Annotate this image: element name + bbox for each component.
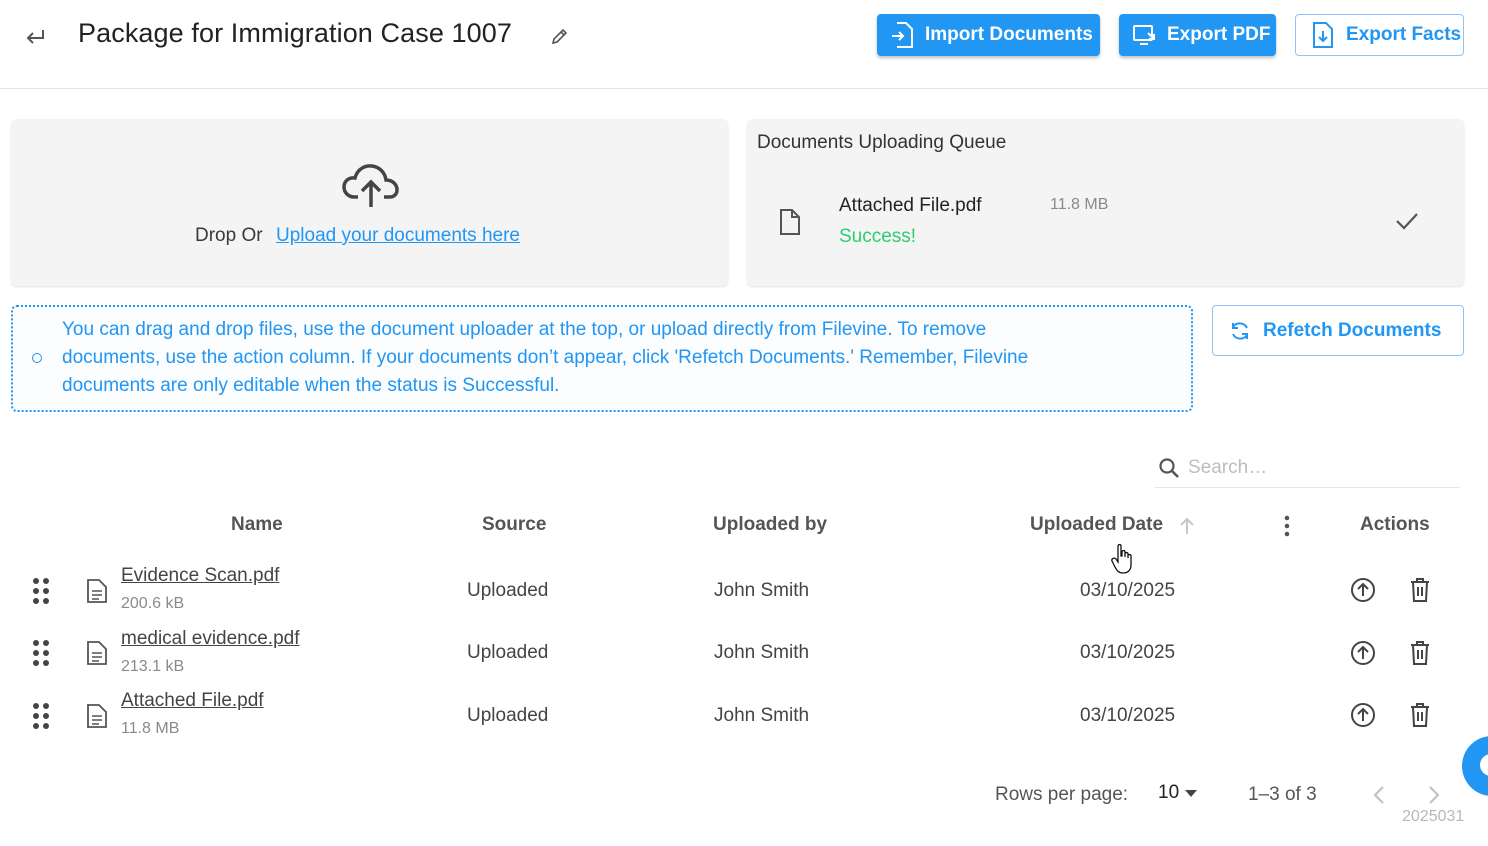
import-documents-label: Import Documents	[925, 24, 1093, 45]
refetch-documents-button[interactable]: Refetch Documents	[1212, 305, 1464, 356]
file-size: 11.8 MB	[121, 720, 180, 737]
export-pdf-label: Export PDF	[1167, 24, 1271, 45]
source-cell: Uploaded	[467, 642, 549, 663]
file-name-link[interactable]: Evidence Scan.pdf	[121, 565, 279, 587]
column-header-uploaded-by[interactable]: Uploaded by	[713, 514, 827, 536]
page-title: Package for Immigration Case 1007	[78, 18, 513, 48]
info-text-line-1: You can drag and drop files, use the doc…	[62, 319, 987, 340]
back-arrow-icon[interactable]	[20, 22, 50, 52]
table-row: Attached File.pdf 11.8 MB Uploaded John …	[0, 685, 1488, 747]
rows-per-page-select[interactable]: 10	[1158, 782, 1198, 804]
column-header-uploaded-date[interactable]: Uploaded Date	[1030, 514, 1163, 536]
info-text-line-3: documents are only editable when the sta…	[62, 375, 560, 396]
file-name-link[interactable]: medical evidence.pdf	[121, 628, 300, 650]
file-icon	[778, 208, 802, 236]
trash-icon[interactable]	[1406, 701, 1434, 729]
rows-per-page-value: 10	[1158, 782, 1180, 803]
drop-prompt: Drop Or	[195, 225, 263, 246]
queue-item-name: Attached File.pdf	[839, 195, 982, 216]
table-row: Evidence Scan.pdf 200.6 kB Uploaded John…	[0, 560, 1488, 622]
chevron-down-icon	[1185, 789, 1198, 797]
pencil-icon[interactable]	[548, 24, 572, 48]
queue-title: Documents Uploading Queue	[757, 132, 1007, 153]
export-facts-icon	[1310, 22, 1336, 48]
refresh-icon	[1229, 320, 1251, 342]
cloud-upload-icon	[342, 161, 400, 211]
file-size: 213.1 kB	[121, 658, 185, 675]
export-pdf-button[interactable]: Export PDF	[1119, 14, 1276, 56]
export-pdf-icon	[1131, 22, 1157, 48]
chevron-right-icon[interactable]	[1422, 782, 1446, 808]
drag-handle-icon[interactable]	[31, 639, 51, 667]
uploaded-by-cell: John Smith	[714, 705, 810, 726]
refetch-documents-label: Refetch Documents	[1263, 319, 1442, 341]
import-file-icon	[889, 22, 915, 48]
rows-per-page-label: Rows per page:	[995, 784, 1129, 805]
upload-circle-icon[interactable]	[1349, 701, 1377, 729]
header-bar: Package for Immigration Case 1007 Import…	[0, 0, 1488, 89]
document-icon	[86, 640, 108, 666]
chat-icon	[1480, 754, 1488, 776]
queue-item-size: 11.8 MB	[1050, 196, 1109, 213]
upload-link[interactable]: Upload your documents here	[276, 225, 520, 247]
table-row: medical evidence.pdf 213.1 kB Uploaded J…	[0, 623, 1488, 685]
column-header-name[interactable]: Name	[231, 514, 283, 536]
source-cell: Uploaded	[467, 580, 549, 601]
page: Package for Immigration Case 1007 Import…	[0, 0, 1488, 846]
check-icon	[1395, 210, 1419, 232]
source-cell: Uploaded	[467, 705, 549, 726]
kebab-icon[interactable]	[1277, 514, 1297, 538]
uploaded-by-cell: John Smith	[714, 642, 810, 663]
file-size: 200.6 kB	[121, 595, 185, 612]
search-input[interactable]	[1188, 455, 1453, 481]
column-header-source[interactable]: Source	[482, 514, 546, 536]
upload-circle-icon[interactable]	[1349, 639, 1377, 667]
document-icon	[86, 578, 108, 604]
drag-handle-icon[interactable]	[31, 702, 51, 730]
search-icon	[1158, 457, 1180, 479]
export-facts-button[interactable]: Export Facts	[1295, 14, 1464, 56]
drag-handle-icon[interactable]	[31, 577, 51, 605]
info-text-line-2: documents, use the action column. If you…	[62, 347, 1029, 368]
uploaded-date-cell: 03/10/2025	[1080, 580, 1176, 601]
sort-arrow-up-icon[interactable]	[1178, 516, 1196, 536]
export-facts-label: Export Facts	[1346, 24, 1462, 45]
search-field	[1155, 449, 1460, 488]
chevron-left-icon[interactable]	[1367, 782, 1391, 808]
document-icon	[86, 703, 108, 729]
column-header-actions: Actions	[1360, 514, 1430, 535]
uploaded-date-cell: 03/10/2025	[1080, 705, 1176, 726]
queue-item-status: Success!	[839, 226, 917, 247]
upload-circle-icon[interactable]	[1349, 576, 1377, 604]
hand-cursor-icon	[1111, 543, 1133, 575]
uploaded-date-cell: 03/10/2025	[1080, 642, 1176, 663]
trash-icon[interactable]	[1406, 576, 1434, 604]
file-name-link[interactable]: Attached File.pdf	[121, 690, 264, 712]
info-icon	[32, 353, 42, 363]
build-version: 2025031	[1402, 808, 1465, 825]
uploaded-by-cell: John Smith	[714, 580, 810, 601]
trash-icon[interactable]	[1406, 639, 1434, 667]
import-documents-button[interactable]: Import Documents	[877, 14, 1100, 56]
pagination-range: 1–3 of 3	[1248, 784, 1317, 805]
